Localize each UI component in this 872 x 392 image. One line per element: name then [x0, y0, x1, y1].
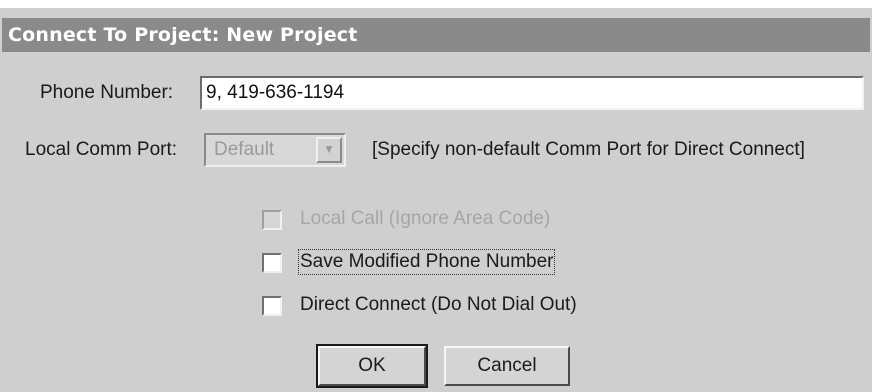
- local-call-label: Local Call (Ignore Area Code): [300, 208, 551, 229]
- save-phone-label: Save Modified Phone Number: [297, 249, 556, 275]
- comm-port-hint: [Specify non-default Comm Port for Direc…: [372, 139, 805, 160]
- comm-port-selected-value: Default: [214, 139, 275, 160]
- phone-number-label: Phone Number:: [40, 82, 174, 103]
- cancel-button[interactable]: Cancel: [444, 346, 570, 386]
- save-phone-checkbox[interactable]: [262, 253, 282, 273]
- local-comm-port-label: Local Comm Port:: [25, 139, 178, 160]
- connect-dialog: Connect To Project: New Project Phone Nu…: [0, 8, 872, 392]
- local-call-checkbox[interactable]: [262, 210, 282, 230]
- chevron-down-icon[interactable]: ▼: [316, 137, 342, 163]
- dialog-title: Connect To Project: New Project: [2, 18, 870, 52]
- direct-connect-checkbox[interactable]: [262, 296, 282, 316]
- direct-connect-label: Direct Connect (Do Not Dial Out): [300, 294, 577, 315]
- comm-port-select[interactable]: Default ▼: [204, 133, 346, 167]
- ok-button[interactable]: OK: [316, 344, 428, 388]
- phone-number-input[interactable]: [200, 76, 864, 110]
